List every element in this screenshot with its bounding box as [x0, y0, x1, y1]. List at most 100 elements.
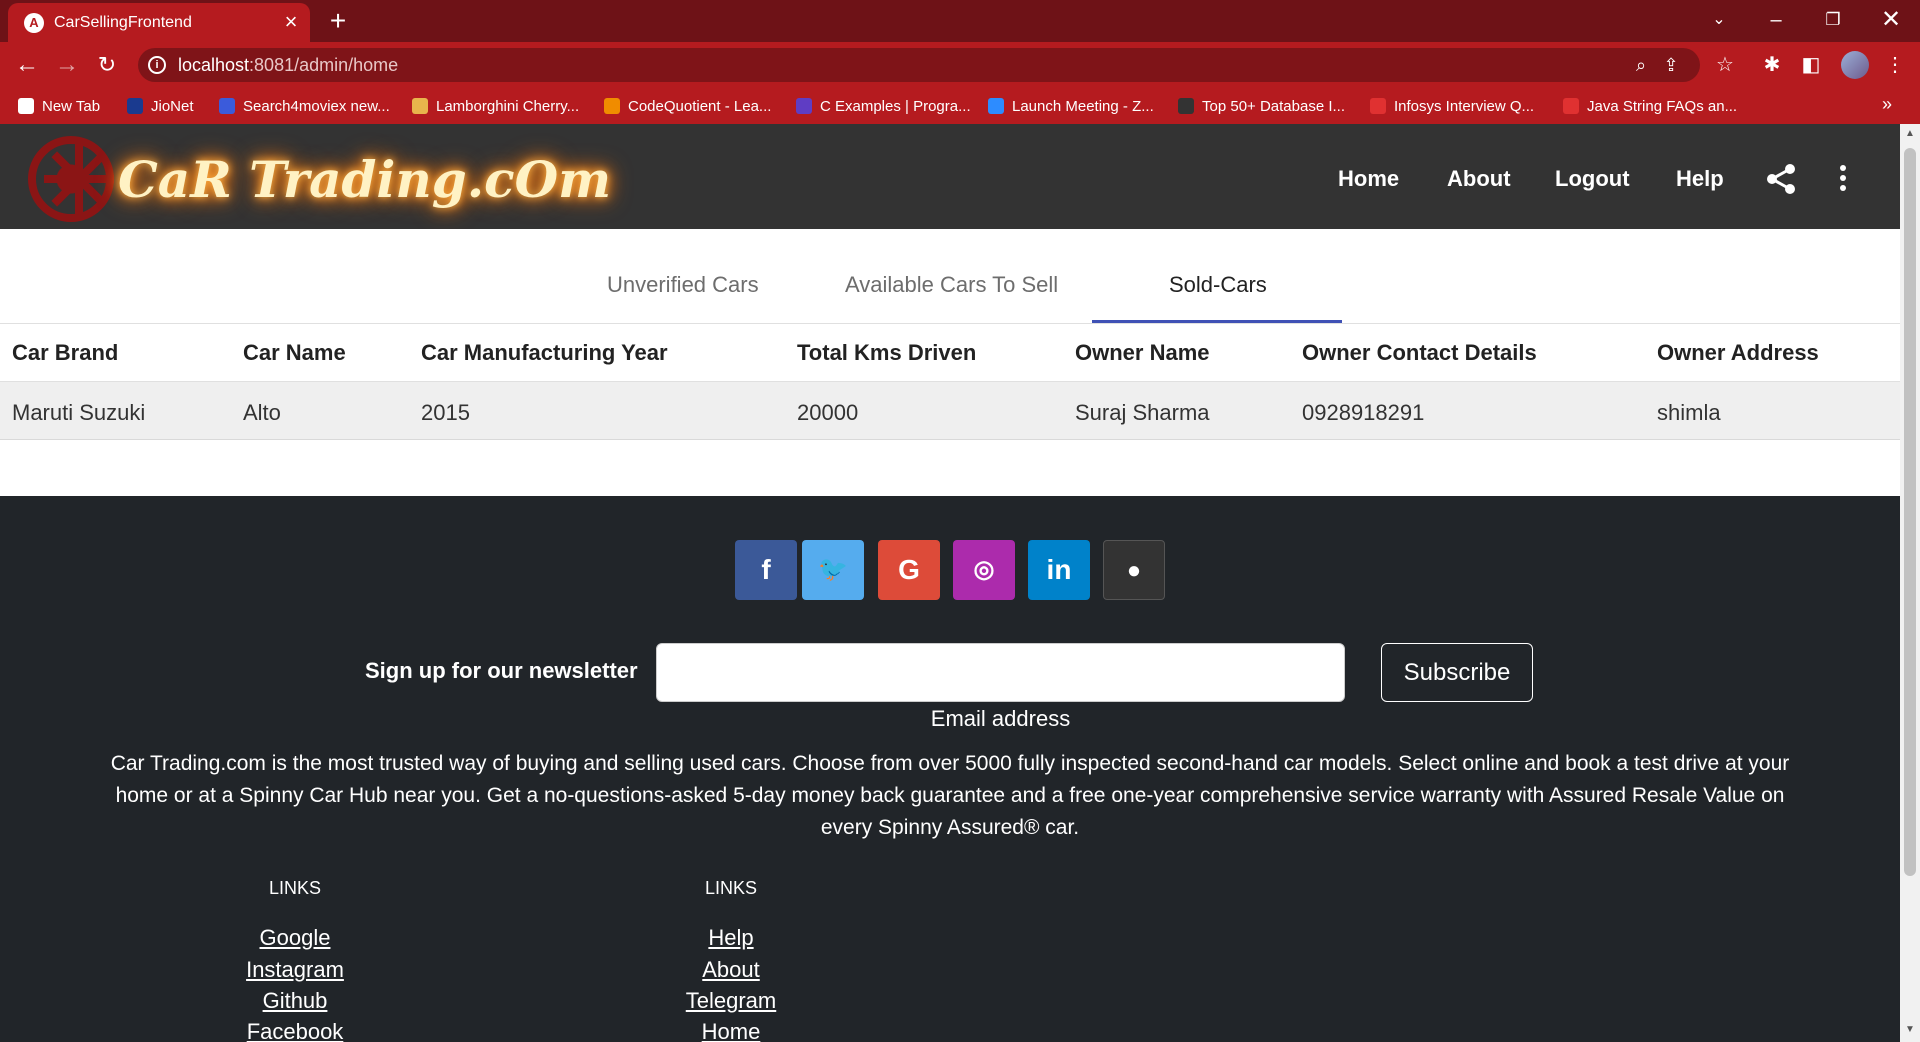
placeholder: [1660, 54, 1682, 76]
cell-manufacturing-year: 2015: [421, 400, 470, 425]
profile-avatar[interactable]: [1841, 51, 1869, 79]
bookmark-item[interactable]: JioNet: [127, 96, 194, 118]
bookmark-label: Search4moviex new...: [243, 98, 390, 115]
bookmark-favicon-icon: [219, 98, 235, 114]
column-header: Owner Contact Details: [1302, 340, 1537, 365]
footer-link-help[interactable]: Help: [641, 922, 821, 954]
linkedin-icon[interactable]: in: [1028, 540, 1090, 600]
more-vert-icon[interactable]: [1835, 162, 1851, 196]
github-icon[interactable]: ●: [1103, 540, 1165, 600]
bookmark-item[interactable]: Java String FAQs an...: [1563, 96, 1737, 118]
footer-link-github[interactable]: Github: [205, 985, 385, 1017]
bookmark-item[interactable]: Top 50+ Database I...: [1178, 96, 1345, 118]
tab-sold-cars[interactable]: Sold-Cars: [1169, 273, 1267, 297]
footer-link-google[interactable]: Google: [205, 922, 385, 954]
bookmark-label: CodeQuotient - Lea...: [628, 98, 772, 115]
bookmark-item[interactable]: Search4moviex new...: [219, 96, 390, 118]
links-heading: LINKS: [268, 878, 322, 898]
instagram-icon[interactable]: ◎: [953, 540, 1015, 600]
minimize-icon[interactable]: –: [1762, 6, 1790, 34]
more-bookmarks-icon[interactable]: »: [1882, 94, 1892, 115]
tab-search-icon[interactable]: ⌄: [1705, 6, 1733, 34]
url-text[interactable]: localhost:8081/admin/home: [178, 55, 398, 75]
facebook-icon[interactable]: f: [735, 540, 797, 600]
subscribe-button[interactable]: Subscribe: [1381, 643, 1533, 702]
scroll-down-icon[interactable]: ▼: [1905, 1024, 1915, 1035]
address-bar[interactable]: i localhost:8081/admin/home ⌕ ⇪: [138, 48, 1700, 82]
bookmark-favicon-icon: [796, 98, 812, 114]
footer-link-facebook[interactable]: Facebook: [205, 1016, 385, 1042]
column-header: Owner Address: [1657, 340, 1819, 365]
page-footer: f 🐦 G ◎ in ● Sign up for our newsletter …: [0, 496, 1900, 1042]
browser-menu-icon[interactable]: ⋮: [1883, 53, 1907, 77]
nav-help[interactable]: Help: [1676, 167, 1724, 191]
logo-wheel-icon: [28, 136, 114, 222]
side-panel-icon[interactable]: ◧: [1799, 53, 1823, 77]
tab-unverified-cars[interactable]: Unverified Cars: [607, 273, 759, 297]
bookmark-item[interactable]: Launch Meeting - Z...: [988, 96, 1154, 118]
table-row[interactable]: Maruti Suzuki Alto 2015 20000 Suraj Shar…: [0, 382, 1900, 440]
browser-titlebar: A CarSellingFrontend × + ⌄ – ❐ ✕: [0, 0, 1920, 42]
cell-owner-contact: 0928918291: [1302, 400, 1425, 425]
share-icon[interactable]: [1764, 162, 1798, 196]
footer-link-instagram[interactable]: Instagram: [205, 954, 385, 986]
site-info-icon[interactable]: i: [148, 56, 166, 74]
cell-owner-name: Suraj Sharma: [1075, 400, 1210, 425]
table-header-row: Car Brand Car Name Car Manufacturing Yea…: [0, 324, 1900, 382]
page-scrollbar[interactable]: ▲ ▼: [1900, 124, 1920, 1042]
nav-logout[interactable]: Logout: [1555, 167, 1630, 191]
bookmark-label: JioNet: [151, 98, 194, 115]
bookmark-item[interactable]: C Examples | Progra...: [796, 96, 971, 118]
cell-owner-address: shimla: [1657, 400, 1721, 425]
bookmark-label: New Tab: [42, 98, 101, 115]
bookmark-item[interactable]: Lamborghini Cherry...: [412, 96, 579, 118]
cell-car-name: Alto: [243, 400, 281, 425]
column-header: Car Brand: [12, 340, 119, 365]
links-heading: LINKS: [704, 878, 758, 898]
nav-home[interactable]: Home: [1338, 167, 1399, 191]
bookmark-star-icon[interactable]: ☆: [1713, 53, 1737, 77]
reload-icon[interactable]: ↻: [92, 50, 122, 80]
column-header: Total Kms Driven: [797, 340, 977, 365]
bookmark-item[interactable]: New Tab: [18, 96, 100, 118]
new-tab-icon[interactable]: +: [324, 7, 352, 36]
bookmark-favicon-icon: [1370, 98, 1386, 114]
logo-text[interactable]: CaR Trading.cOm: [118, 150, 611, 209]
footer-link-about[interactable]: About: [641, 954, 821, 986]
restore-icon[interactable]: ❐: [1819, 6, 1847, 34]
email-field[interactable]: [656, 643, 1345, 702]
google-icon[interactable]: G: [878, 540, 940, 600]
zoom-icon[interactable]: ⌕: [1630, 54, 1652, 76]
tab-title: CarSellingFrontend: [54, 14, 192, 31]
bookmark-favicon-icon: [1178, 98, 1194, 114]
column-header: Car Name: [243, 340, 346, 365]
tab-available-cars[interactable]: Available Cars To Sell: [845, 273, 1058, 297]
about-paragraph: Car Trading.com is the most trusted way …: [110, 752, 1790, 839]
footer-link-home[interactable]: Home: [641, 1016, 821, 1042]
twitter-icon[interactable]: 🐦: [802, 540, 864, 600]
bookmark-label: Lamborghini Cherry...: [436, 98, 580, 115]
app-header: CaR Trading.cOm Home About Logout Help: [0, 124, 1900, 229]
nav-about[interactable]: About: [1447, 167, 1511, 191]
browser-toolbar: ← → ↻ i localhost:8081/admin/home ⌕ ⇪ ☆ …: [0, 42, 1920, 88]
scroll-up-icon[interactable]: ▲: [1905, 128, 1915, 139]
angular-icon: A: [24, 13, 44, 33]
cell-kms-driven: 20000: [797, 400, 859, 425]
forward-icon[interactable]: →: [52, 50, 82, 80]
bookmark-favicon-icon: [1563, 98, 1579, 114]
active-tab-indicator: [1092, 320, 1342, 323]
bookmark-favicon-icon: [18, 98, 34, 114]
bookmark-item[interactable]: Infosys Interview Q...: [1370, 96, 1534, 118]
close-window-icon[interactable]: ✕: [1877, 6, 1905, 34]
bookmark-favicon-icon: [604, 98, 620, 114]
back-icon[interactable]: ←: [12, 50, 42, 80]
scrollbar-thumb[interactable]: [1904, 148, 1916, 876]
extensions-icon[interactable]: ✱: [1760, 53, 1784, 77]
close-tab-icon[interactable]: ×: [280, 11, 302, 33]
bookmark-favicon-icon: [412, 98, 428, 114]
column-header: Owner Name: [1075, 340, 1210, 365]
bookmark-item[interactable]: CodeQuotient - Lea...: [604, 96, 771, 118]
browser-tab[interactable]: A CarSellingFrontend ×: [8, 3, 310, 42]
email-label: Email address: [930, 706, 1071, 731]
footer-link-telegram[interactable]: Telegram: [641, 985, 821, 1017]
